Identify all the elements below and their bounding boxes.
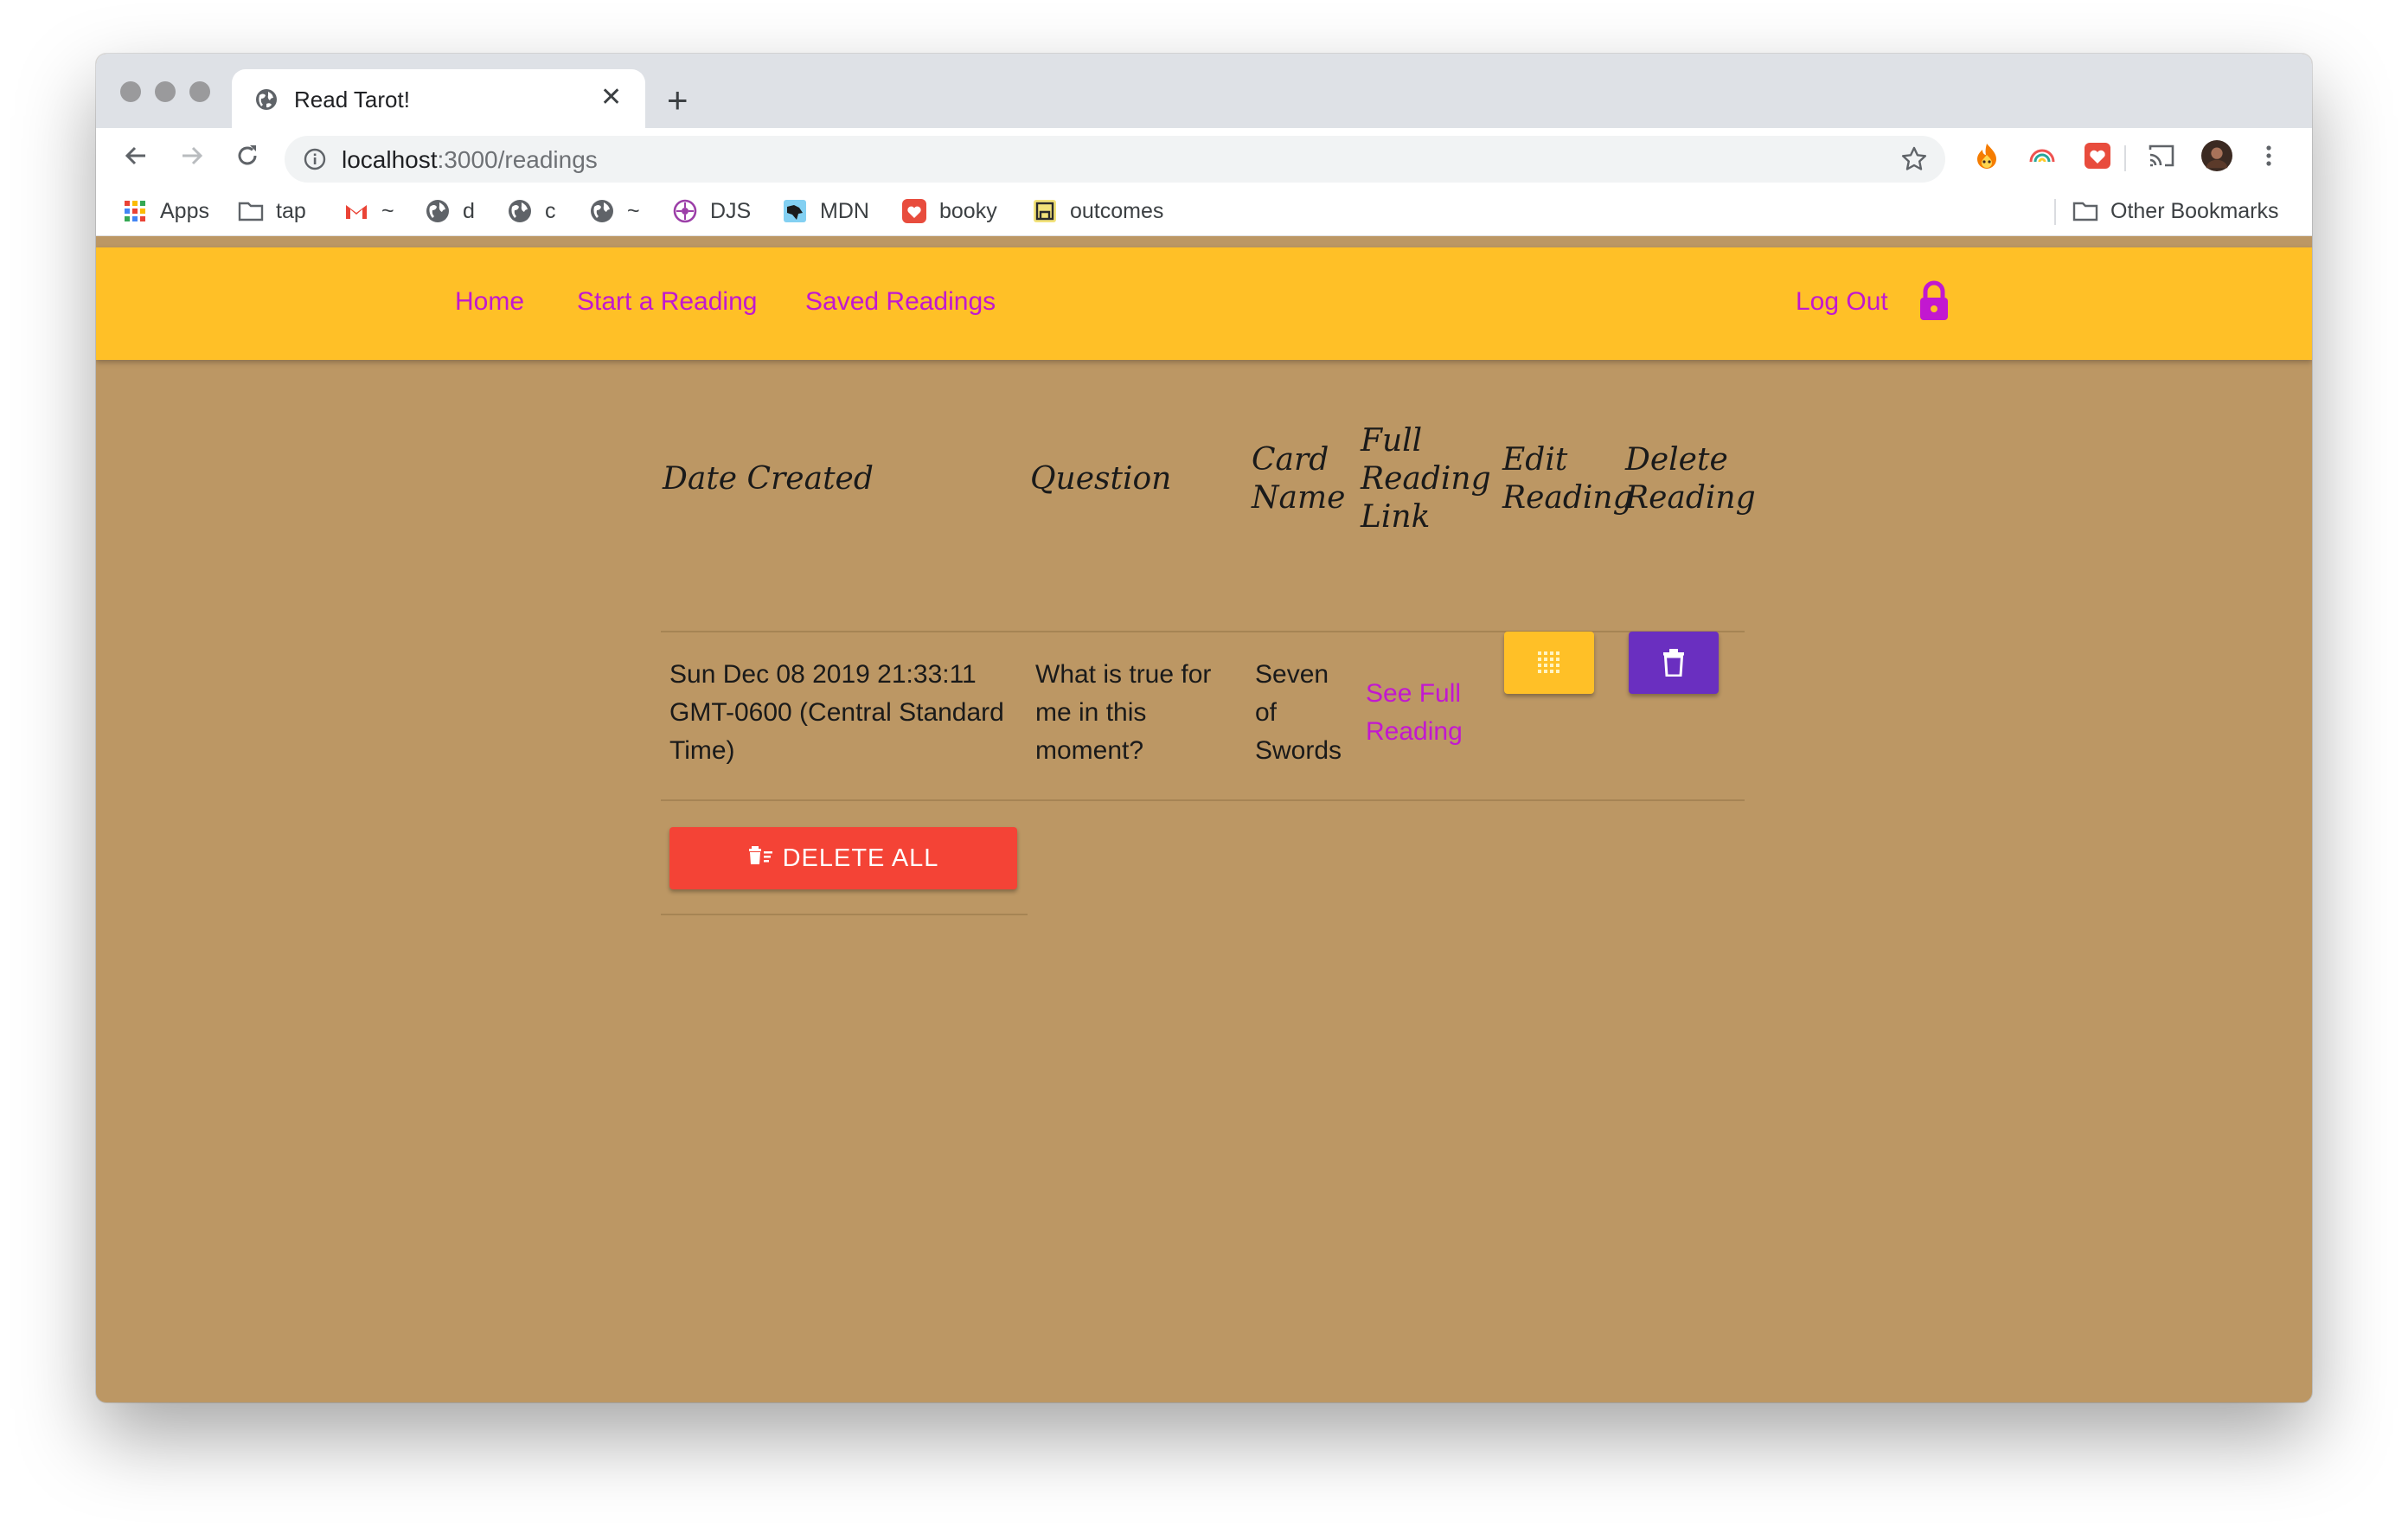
header-date-created: Date Created — [663, 461, 874, 497]
bookmark-booky[interactable]: booky — [901, 197, 997, 225]
cell-question: What is true for me in this moment? — [1035, 660, 1212, 765]
header-edit-reading: Edit Reading — [1502, 442, 1633, 516]
bookmark-label: Other Bookmarks — [2110, 198, 2279, 223]
app-navbar: Home Start a Reading Saved Readings Log … — [96, 247, 2312, 360]
star-icon[interactable] — [1900, 145, 1928, 173]
folder-icon — [2072, 202, 2098, 221]
bookmark-label: d — [463, 198, 475, 223]
bookmark-label: outcomes — [1070, 198, 1164, 223]
toolbar-divider — [2124, 145, 2126, 171]
close-icon[interactable]: ✕ — [600, 85, 622, 111]
header-question: Question — [1030, 461, 1172, 497]
back-icon[interactable] — [117, 137, 155, 175]
address-bar[interactable]: localhost:3000/readings — [285, 136, 1945, 183]
bookmark-outcomes[interactable]: outcomes — [1032, 197, 1163, 225]
bookmark-label: tap — [276, 198, 306, 223]
header-card-name: Card Name — [1252, 442, 1346, 516]
avatar[interactable] — [2201, 140, 2232, 171]
delete-reading-button[interactable] — [1629, 632, 1719, 694]
info-icon[interactable] — [304, 148, 326, 170]
heart-icon — [902, 199, 926, 223]
mdn-icon — [784, 200, 806, 222]
cell-card-name: Seven of Swords — [1255, 660, 1342, 765]
bookmark-d[interactable]: d — [425, 197, 475, 225]
rainbow-extension-icon[interactable] — [2027, 140, 2058, 171]
new-tab-icon[interactable]: + — [667, 82, 688, 119]
globe-icon — [426, 200, 449, 222]
minimize-window-button[interactable] — [155, 81, 176, 102]
header-full-reading-link: Full Reading Link — [1361, 423, 1491, 535]
nav-home-link[interactable]: Home — [455, 287, 524, 317]
bookmarks-bar: Apps tap ~ d c ~ DJS MDN booky outcomes … — [96, 187, 2312, 236]
bookmark-label: ~ — [381, 198, 394, 223]
delete-all-label: DELETE ALL — [782, 844, 939, 872]
bookmark-tap[interactable]: tap — [238, 197, 306, 225]
bookmark-c[interactable]: c — [507, 197, 556, 225]
bookmark-label: Apps — [160, 198, 209, 223]
menu-icon[interactable] — [2253, 140, 2284, 171]
folder-icon — [238, 202, 264, 221]
bookmark-apps[interactable]: Apps — [122, 197, 209, 225]
trash-icon — [1663, 649, 1684, 677]
tab-title: Read Tarot! — [294, 87, 410, 112]
bookmark-tilde[interactable]: ~ — [589, 197, 640, 225]
djs-icon — [673, 199, 697, 223]
nav-logout-link[interactable]: Log Out — [1796, 287, 1888, 317]
globe-icon — [509, 200, 531, 222]
bookmark-gmail[interactable]: ~ — [343, 197, 394, 225]
bookmark-label: c — [545, 198, 556, 223]
cell-date-created: Sun Dec 08 2019 21:33:11 GMT-0600 (Centra… — [669, 660, 1004, 765]
bookmark-label: MDN — [820, 198, 869, 223]
table-divider — [661, 914, 1028, 915]
heart-extension-icon[interactable] — [2082, 140, 2113, 171]
tab-read-tarot[interactable]: Read Tarot! ✕ — [232, 69, 645, 128]
trash-sweep-icon — [748, 846, 772, 864]
nav-saved-readings-link[interactable]: Saved Readings — [805, 287, 996, 317]
zoom-window-button[interactable] — [189, 81, 210, 102]
bookmarks-divider — [2054, 199, 2056, 225]
table-divider — [661, 799, 1745, 801]
outcomes-icon — [1034, 200, 1056, 222]
bookmark-label: ~ — [627, 198, 640, 223]
readings-page: Date Created Question Card Name Full Readi… — [96, 360, 2312, 1402]
bookmark-label: DJS — [710, 198, 752, 223]
bookmark-label: booky — [939, 198, 997, 223]
url-text: localhost:3000/readings — [342, 146, 598, 173]
bookmark-other-bookmarks[interactable]: Other Bookmarks — [2072, 197, 2279, 225]
fire-extension-icon[interactable] — [1971, 140, 2002, 171]
nav-start-reading-link[interactable]: Start a Reading — [577, 287, 757, 317]
bookmark-djs[interactable]: DJS — [672, 197, 751, 225]
header-delete-reading: Delete Reading — [1625, 442, 1756, 516]
apps-grid-icon — [125, 201, 145, 221]
tab-strip: Read Tarot! ✕ + — [96, 54, 2312, 128]
bookmark-mdn[interactable]: MDN — [782, 197, 869, 225]
edit-reading-button[interactable] — [1504, 632, 1594, 694]
cast-icon[interactable] — [2146, 140, 2177, 171]
globe-icon — [591, 200, 613, 222]
reload-icon[interactable] — [228, 137, 266, 175]
forward-icon[interactable] — [173, 137, 211, 175]
close-window-button[interactable] — [120, 81, 141, 102]
browser-toolbar: localhost:3000/readings — [96, 128, 2312, 187]
grid-icon — [1538, 651, 1559, 673]
gmail-icon — [346, 205, 367, 219]
lock-icon[interactable] — [1917, 280, 1951, 322]
see-full-reading-link[interactable]: See Full Reading — [1366, 675, 1463, 751]
globe-icon — [256, 89, 277, 110]
delete-all-button[interactable]: DELETE ALL — [669, 827, 1017, 889]
browser-window: Read Tarot! ✕ + localhost:3000/readings — [96, 54, 2312, 1402]
